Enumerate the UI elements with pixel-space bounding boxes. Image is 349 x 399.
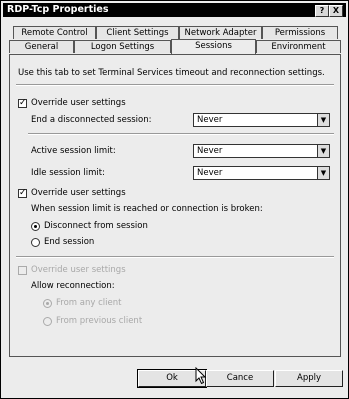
disconnect-from-session-radio[interactable]: [31, 222, 40, 231]
tab-remote-control[interactable]: Remote Control: [13, 26, 96, 39]
idle-session-limit-label: Idle session limit:: [31, 168, 105, 178]
from-previous-client-label: From previous client: [56, 316, 143, 326]
from-any-client-label: From any client: [56, 298, 122, 308]
override-limit-action-checkbox[interactable]: ✓: [18, 189, 27, 198]
cancel-button[interactable]: Cance: [206, 370, 274, 387]
tab-client-settings[interactable]: Client Settings: [96, 26, 179, 39]
disconnected-session-select[interactable]: Never ▼: [193, 113, 330, 127]
dropdown-arrow-icon[interactable]: ▼: [317, 145, 329, 157]
title-bar[interactable]: RDP-Tcp Properties ? X: [3, 3, 346, 17]
sessions-panel: Use this tab to set Terminal Services ti…: [9, 54, 341, 357]
limit-action-prompt: When session limit is reached or connect…: [31, 204, 263, 214]
tab-environment[interactable]: Environment: [256, 40, 341, 53]
tab-logon-settings[interactable]: Logon Settings: [74, 40, 171, 53]
override-reconnect-label: Override user settings: [31, 265, 126, 275]
mouse-pointer-icon: [195, 367, 207, 385]
properties-dialog: RDP-Tcp Properties ? X Remote Control Cl…: [0, 0, 349, 399]
disconnected-session-label: End a disconnected session:: [31, 115, 152, 125]
disconnected-session-value: Never: [197, 115, 223, 125]
active-session-limit-label: Active session limit:: [31, 146, 116, 156]
tab-network-adapter[interactable]: Network Adapter: [179, 26, 262, 39]
idle-session-limit-select[interactable]: Never ▼: [193, 166, 330, 180]
from-any-client-radio[interactable]: [43, 299, 52, 308]
from-previous-client-radio[interactable]: [43, 317, 52, 326]
disconnect-from-session-label: Disconnect from session: [44, 221, 148, 231]
apply-button[interactable]: Apply: [275, 370, 343, 387]
override-timeouts-checkbox[interactable]: ✓: [18, 99, 27, 108]
divider: [16, 256, 334, 258]
tab-sessions[interactable]: Sessions: [171, 39, 256, 54]
end-session-label: End session: [44, 237, 95, 247]
dropdown-arrow-icon[interactable]: ▼: [317, 114, 329, 126]
tab-permissions[interactable]: Permissions: [262, 26, 338, 39]
help-button[interactable]: ?: [315, 5, 329, 17]
active-session-limit-value: Never: [197, 146, 223, 156]
window-title: RDP-Tcp Properties: [7, 4, 109, 15]
override-limit-action-label: Override user settings: [31, 188, 126, 198]
divider: [16, 84, 334, 86]
close-button[interactable]: X: [329, 5, 343, 17]
allow-reconnection-label: Allow reconnection:: [31, 281, 115, 291]
dropdown-arrow-icon[interactable]: ▼: [317, 167, 329, 179]
tab-general[interactable]: General: [9, 40, 74, 53]
sessions-intro: Use this tab to set Terminal Services ti…: [18, 68, 325, 78]
override-reconnect-checkbox[interactable]: [18, 266, 27, 275]
override-timeouts-label: Override user settings: [31, 98, 126, 108]
end-session-radio[interactable]: [31, 238, 40, 247]
idle-session-limit-value: Never: [197, 168, 223, 178]
divider: [28, 133, 334, 135]
active-session-limit-select[interactable]: Never ▼: [193, 144, 330, 158]
